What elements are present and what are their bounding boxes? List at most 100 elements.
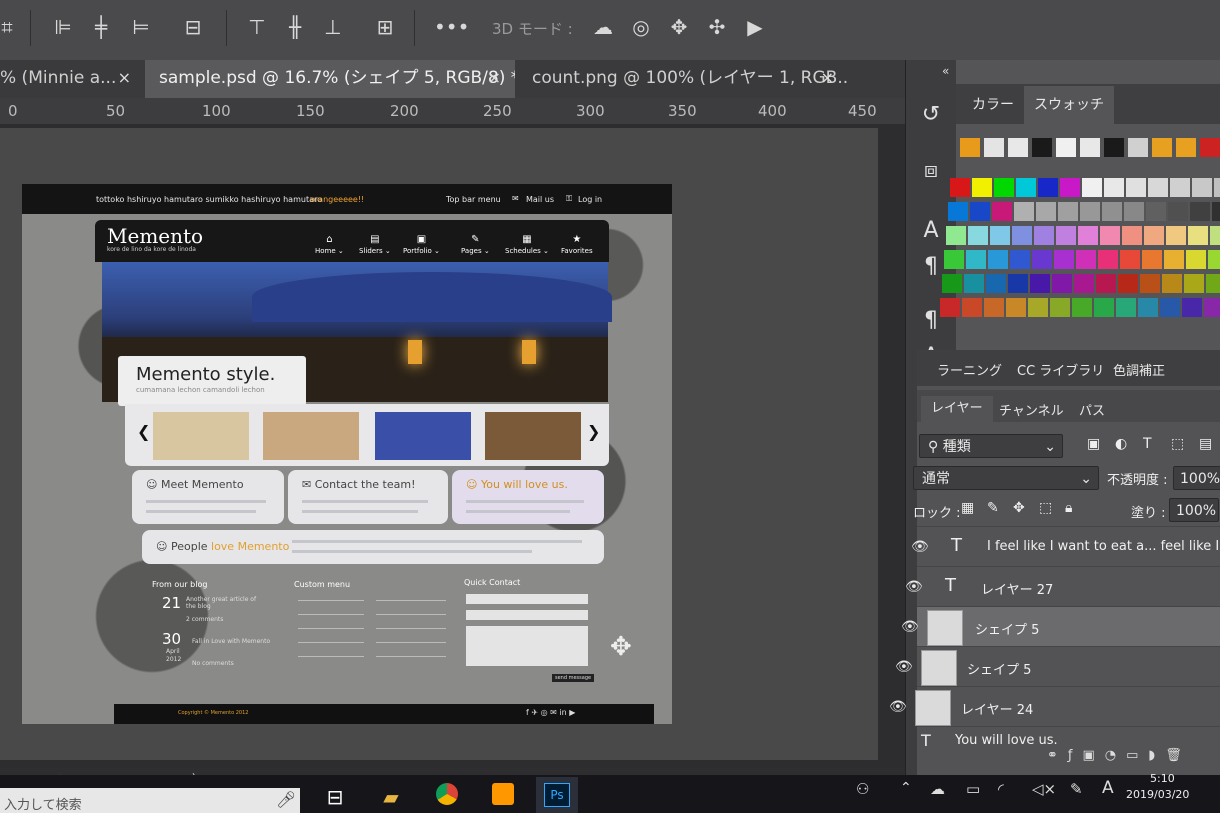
swatch[interactable] <box>1122 226 1142 245</box>
file-explorer-icon[interactable]: ▰ <box>376 783 406 811</box>
blog-post-title[interactable]: Another great article of the blog <box>186 596 266 610</box>
swatch[interactable] <box>1118 274 1138 293</box>
swatch[interactable] <box>1140 274 1160 293</box>
swatch[interactable] <box>1038 178 1058 197</box>
visibility-eye-icon[interactable]: 👁︎ <box>911 539 929 555</box>
pixel-filter-icon[interactable]: ▣ <box>1087 436 1100 452</box>
swatch[interactable] <box>970 202 990 221</box>
layer-actions-icons[interactable]: ⚭ƒ▣◔▭◗🗑︎ <box>1047 748 1192 763</box>
swatch[interactable] <box>1094 298 1114 317</box>
swatch[interactable] <box>950 178 970 197</box>
swatch[interactable] <box>1214 178 1220 197</box>
swatch[interactable] <box>1142 250 1162 269</box>
swatch[interactable] <box>1052 274 1072 293</box>
swatch[interactable] <box>948 202 968 221</box>
prev-arrow-icon[interactable]: ❮ <box>137 422 150 441</box>
align-middle-icon[interactable]: ╫ <box>282 14 308 40</box>
visibility-eye-icon[interactable]: 👁︎ <box>905 579 923 595</box>
blend-mode-select[interactable]: 通常 ⌄ <box>913 466 1099 490</box>
clock-date[interactable]: 2019/03/20 <box>1126 788 1189 801</box>
website-artboard[interactable]: tottoko hshiruyo hamutaro sumikko hashir… <box>22 184 672 724</box>
swatch[interactable] <box>984 298 1004 317</box>
chrome-icon[interactable] <box>432 783 462 811</box>
wifi-icon[interactable]: ◜ <box>998 780 1004 798</box>
close-icon[interactable]: × <box>488 60 501 96</box>
lock-brush-icon[interactable]: ✎ <box>987 500 999 516</box>
microphone-icon[interactable]: 🎤︎ <box>276 790 296 809</box>
swatch[interactable] <box>1058 202 1078 221</box>
swatch[interactable] <box>1138 298 1158 317</box>
swatch[interactable] <box>1160 298 1180 317</box>
swatch[interactable] <box>1204 298 1220 317</box>
swatch[interactable] <box>1054 250 1074 269</box>
swatch[interactable] <box>1032 138 1052 157</box>
swatch[interactable] <box>994 178 1014 197</box>
photoshop-taskbar-icon[interactable]: Ps <box>536 777 578 813</box>
swatch[interactable] <box>1146 202 1166 221</box>
chevron-up-icon[interactable]: ⌃ <box>900 780 912 796</box>
thumbnail[interactable] <box>263 412 359 460</box>
sublime-icon[interactable] <box>488 783 518 811</box>
align-bottom-icon[interactable]: ⊥ <box>320 14 346 40</box>
swatch[interactable] <box>1060 178 1080 197</box>
swatch[interactable] <box>1010 250 1030 269</box>
swatch[interactable] <box>1182 298 1202 317</box>
swatch[interactable] <box>1032 250 1052 269</box>
swatch[interactable] <box>1116 298 1136 317</box>
swatch[interactable] <box>1012 226 1032 245</box>
swatch[interactable] <box>1030 274 1050 293</box>
swatch[interactable] <box>984 138 1004 157</box>
swatch[interactable] <box>1144 226 1164 245</box>
more-icon[interactable]: ••• <box>434 14 469 40</box>
taskbar-search[interactable]: 入力して検索 🎤︎ <box>0 788 300 813</box>
swatch[interactable] <box>972 178 992 197</box>
swatch[interactable] <box>1050 298 1070 317</box>
onedrive-icon[interactable]: ☁ <box>930 780 945 798</box>
align-right-icon[interactable]: ⊨ <box>128 14 154 40</box>
social-icons[interactable]: f ✈ ◎ ✉ in ▶ <box>526 708 575 717</box>
send-message-button[interactable]: send message <box>552 674 595 682</box>
tab-color[interactable]: カラー <box>972 94 1014 114</box>
distribute-vertical-icon[interactable]: ⊞ <box>372 14 398 40</box>
swatch[interactable] <box>1184 274 1204 293</box>
swatch[interactable] <box>1162 274 1182 293</box>
layer-filter-select[interactable]: ⚲ 種類 ⌄ <box>919 434 1063 458</box>
blog-post-title[interactable]: Fall in Love with Memento <box>192 638 270 645</box>
thumbnail[interactable] <box>375 412 471 460</box>
swatch[interactable] <box>1206 274 1220 293</box>
swatch[interactable] <box>1124 202 1144 221</box>
people-icon[interactable]: ⚇ <box>856 780 869 798</box>
next-arrow-icon[interactable]: ❯ <box>587 422 600 441</box>
visibility-eye-icon[interactable]: 👁︎ <box>901 619 919 635</box>
swatch[interactable] <box>1212 202 1220 221</box>
swatch[interactable] <box>1170 178 1190 197</box>
swatch[interactable] <box>1208 250 1220 269</box>
swatch[interactable] <box>1098 250 1118 269</box>
swatch[interactable] <box>944 250 964 269</box>
swatch[interactable] <box>1036 202 1056 221</box>
align-center-icon[interactable]: ╪ <box>88 14 114 40</box>
swatch[interactable] <box>1074 274 1094 293</box>
tab-channels[interactable]: チャンネル <box>999 400 1064 419</box>
swatch[interactable] <box>986 274 1006 293</box>
swatch[interactable] <box>1200 138 1220 157</box>
character-icon[interactable]: A <box>916 216 946 246</box>
mail-link[interactable]: Mail us <box>526 195 554 204</box>
swatch[interactable] <box>1016 178 1036 197</box>
rotate-3d-icon[interactable]: ☁ <box>590 14 616 40</box>
contact-name-input[interactable] <box>466 594 588 604</box>
tab-minnie[interactable]: % (Minnie a... × <box>0 60 145 98</box>
pen-icon[interactable]: ✎ <box>1070 780 1083 798</box>
task-view-icon[interactable]: ⊟ <box>320 783 350 811</box>
swatch[interactable] <box>1082 178 1102 197</box>
shape-filter-icon[interactable]: ⬚ <box>1171 436 1184 452</box>
swatch[interactable] <box>1076 250 1096 269</box>
nav-home[interactable]: ⌂ Home ⌄ <box>315 234 344 255</box>
camera-3d-icon[interactable]: ▶ <box>742 14 768 40</box>
swatch[interactable] <box>1166 226 1186 245</box>
layer-row[interactable]: 👁︎ T レイヤー 27 <box>905 566 1220 607</box>
thumbnail[interactable] <box>485 412 581 460</box>
tab-layers[interactable]: レイヤー <box>921 396 993 422</box>
swatch[interactable] <box>1056 226 1076 245</box>
tab-count-png[interactable]: count.png @ 100% (レイヤー 1, RGB... × <box>518 60 848 98</box>
